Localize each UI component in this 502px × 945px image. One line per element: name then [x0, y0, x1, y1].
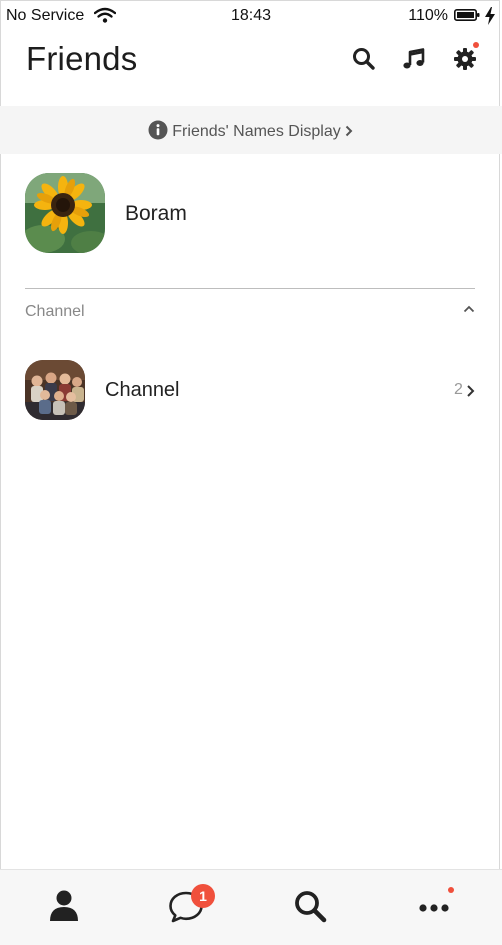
sunflower-image — [25, 173, 105, 253]
banner-label: Friends' Names Display — [172, 123, 341, 140]
channel-count: 2 — [454, 381, 463, 398]
charging-icon — [485, 7, 495, 25]
bottom-nav: 1 — [0, 869, 502, 945]
divider — [25, 288, 475, 289]
info-icon — [148, 120, 168, 140]
more-notification-dot — [448, 887, 454, 893]
chat-badge: 1 — [191, 884, 215, 908]
chevron-right-icon — [345, 125, 353, 137]
channel-name: Channel — [105, 379, 180, 401]
status-bar: No Service 18:43 110% — [0, 0, 502, 32]
page-title: Friends — [26, 40, 138, 77]
profile-avatar[interactable] — [25, 173, 105, 253]
profile-name[interactable]: Boram — [125, 202, 187, 226]
channel-avatar — [25, 360, 85, 420]
search-icon[interactable] — [292, 888, 328, 924]
search-icon[interactable] — [351, 46, 377, 72]
settings-notification-dot — [473, 42, 479, 48]
chevron-right-icon — [467, 385, 475, 397]
group-photo — [25, 360, 85, 420]
channel-section-label: Channel — [25, 303, 85, 320]
channel-row[interactable]: Channel 2 — [0, 350, 502, 430]
battery-icon — [454, 9, 480, 21]
music-icon[interactable] — [401, 46, 427, 72]
gear-icon[interactable] — [452, 46, 478, 72]
chevron-up-icon[interactable] — [462, 304, 476, 314]
names-display-banner[interactable]: Friends' Names Display — [0, 106, 502, 154]
battery-percent: 110% — [408, 7, 448, 24]
person-icon[interactable] — [46, 888, 82, 924]
more-icon[interactable] — [416, 888, 452, 924]
